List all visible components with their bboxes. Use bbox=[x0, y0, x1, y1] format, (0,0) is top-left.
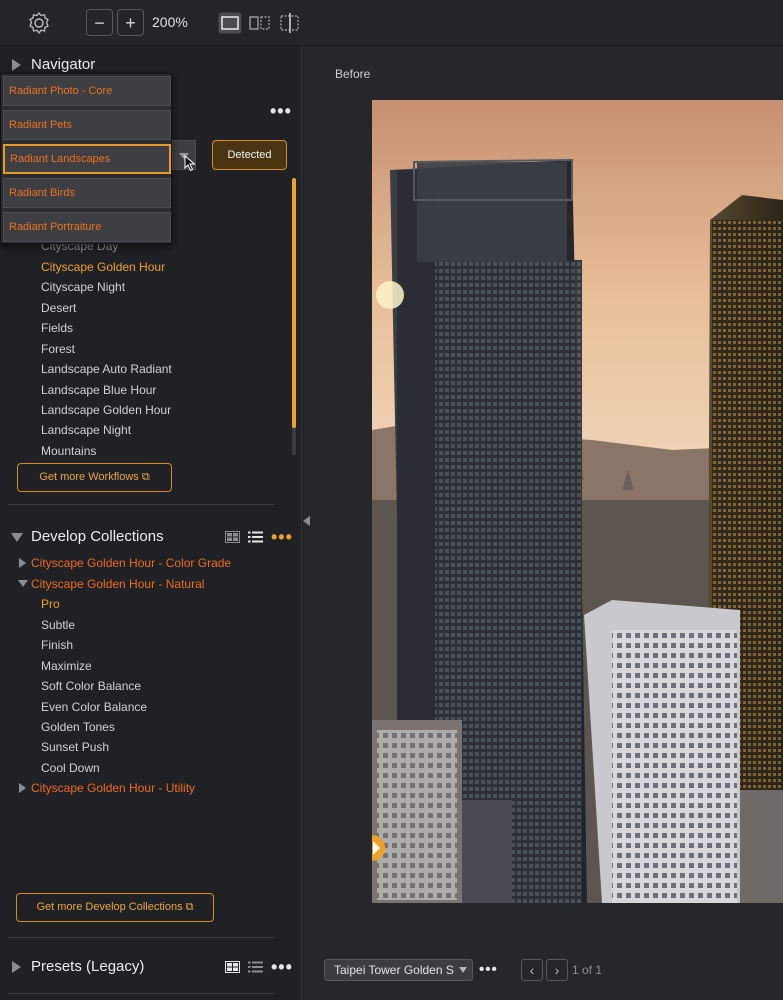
section-divider bbox=[8, 993, 274, 994]
detected-button[interactable]: Detected bbox=[212, 140, 287, 170]
develop-collections-title: Develop Collections bbox=[31, 528, 164, 545]
zoom-in-button[interactable]: + bbox=[117, 9, 144, 36]
file-select[interactable]: Taipei Tower Golden S bbox=[324, 959, 473, 981]
menu-item-radiant-landscapes[interactable]: Radiant Landscapes bbox=[3, 144, 171, 174]
menu-item-radiant-birds[interactable]: Radiant Birds bbox=[3, 178, 171, 208]
app-window: − + 200% Navigator ••• Radiant Photo - C… bbox=[0, 0, 783, 1000]
list-view-icon[interactable] bbox=[248, 961, 263, 973]
collections-more-icon[interactable]: ••• bbox=[271, 528, 293, 546]
list-view-icon[interactable] bbox=[248, 531, 263, 543]
workflow-item-desert[interactable]: Desert bbox=[41, 301, 76, 315]
file-name: Taipei Tower Golden S bbox=[334, 963, 454, 977]
workflow-item-mountains[interactable]: Mountains bbox=[41, 444, 96, 458]
top-toolbar: − + 200% bbox=[0, 0, 783, 46]
workflow-item-landscape-night[interactable]: Landscape Night bbox=[41, 423, 131, 437]
collection-item-cool-down[interactable]: Cool Down bbox=[41, 761, 100, 775]
presets-more-icon[interactable]: ••• bbox=[271, 958, 293, 976]
expand-arrow-icon[interactable] bbox=[12, 961, 21, 973]
navigator-title: Navigator bbox=[31, 56, 96, 73]
menu-item-radiant-pets[interactable]: Radiant Pets bbox=[3, 110, 171, 140]
grid-view-icon[interactable] bbox=[225, 961, 240, 973]
workflow-item-landscape-auto-radiant[interactable]: Landscape Auto Radiant bbox=[41, 362, 172, 376]
presets-title: Presets (Legacy) bbox=[31, 958, 145, 975]
collection-item-golden-tones[interactable]: Golden Tones bbox=[41, 720, 115, 734]
collection-item-soft-color-balance[interactable]: Soft Color Balance bbox=[41, 679, 141, 693]
workflow-item-cityscape-night[interactable]: Cityscape Night bbox=[41, 280, 125, 294]
collection-item-subtle[interactable]: Subtle bbox=[41, 618, 75, 632]
file-more-icon[interactable]: ••• bbox=[479, 962, 498, 977]
crop-compare-icon[interactable] bbox=[278, 12, 302, 34]
chevron-down-icon bbox=[459, 967, 467, 973]
workflow-item-forest[interactable]: Forest bbox=[41, 342, 75, 356]
workflow-item-cityscape-golden-hour[interactable]: Cityscape Golden Hour bbox=[41, 260, 165, 274]
workflow-item-landscape-blue-hour[interactable]: Landscape Blue Hour bbox=[41, 383, 156, 397]
collection-group-utility[interactable]: Cityscape Golden Hour - Utility bbox=[31, 781, 195, 795]
get-more-collections-button[interactable]: Get more Develop Collections ⧉ bbox=[16, 893, 214, 922]
collection-group-color-grade[interactable]: Cityscape Golden Hour - Color Grade bbox=[31, 556, 231, 570]
workflow-dropdown-menu: Radiant Photo - Core Radiant Pets Radian… bbox=[0, 73, 172, 244]
workflows-more-icon[interactable]: ••• bbox=[270, 102, 292, 120]
workflow-item-landscape-golden-hour[interactable]: Landscape Golden Hour bbox=[41, 403, 171, 417]
page-count: 1 of 1 bbox=[572, 963, 603, 977]
workflows-scrollbar[interactable] bbox=[292, 178, 296, 428]
workflow-item-fields[interactable]: Fields bbox=[41, 321, 73, 335]
collapse-arrow-icon[interactable] bbox=[18, 580, 28, 587]
get-more-workflows-button[interactable]: Get more Workflows ⧉ bbox=[17, 463, 172, 492]
next-image-button[interactable]: › bbox=[546, 959, 568, 981]
expand-arrow-icon[interactable] bbox=[19, 558, 26, 568]
expand-arrow-icon[interactable] bbox=[19, 783, 26, 793]
split-view-icon[interactable] bbox=[248, 12, 272, 34]
single-view-icon[interactable] bbox=[218, 12, 242, 34]
grid-view-icon[interactable] bbox=[225, 531, 240, 543]
collection-item-maximize[interactable]: Maximize bbox=[41, 659, 92, 673]
preview-image[interactable] bbox=[372, 100, 783, 903]
expand-arrow-icon[interactable] bbox=[12, 59, 21, 71]
section-divider bbox=[8, 937, 274, 938]
zoom-out-button[interactable]: − bbox=[86, 9, 113, 36]
section-divider bbox=[8, 504, 274, 505]
collection-item-sunset-push[interactable]: Sunset Push bbox=[41, 740, 109, 754]
collection-item-even-color-balance[interactable]: Even Color Balance bbox=[41, 700, 147, 714]
zoom-level: 200% bbox=[152, 14, 188, 30]
menu-item-radiant-photo-core[interactable]: Radiant Photo - Core bbox=[3, 76, 171, 106]
menu-item-radiant-portraiture[interactable]: Radiant Portraiture bbox=[3, 212, 171, 242]
collapse-arrow-icon[interactable] bbox=[11, 533, 23, 542]
mouse-cursor-icon bbox=[184, 155, 196, 172]
collection-group-natural[interactable]: Cityscape Golden Hour - Natural bbox=[31, 577, 204, 591]
collection-item-pro[interactable]: Pro bbox=[41, 597, 60, 611]
previous-image-button[interactable]: ‹ bbox=[521, 959, 543, 981]
collapse-panel-icon[interactable] bbox=[303, 516, 310, 526]
gear-icon[interactable] bbox=[26, 10, 52, 36]
collection-item-finish[interactable]: Finish bbox=[41, 638, 73, 652]
before-label: Before bbox=[335, 67, 371, 81]
